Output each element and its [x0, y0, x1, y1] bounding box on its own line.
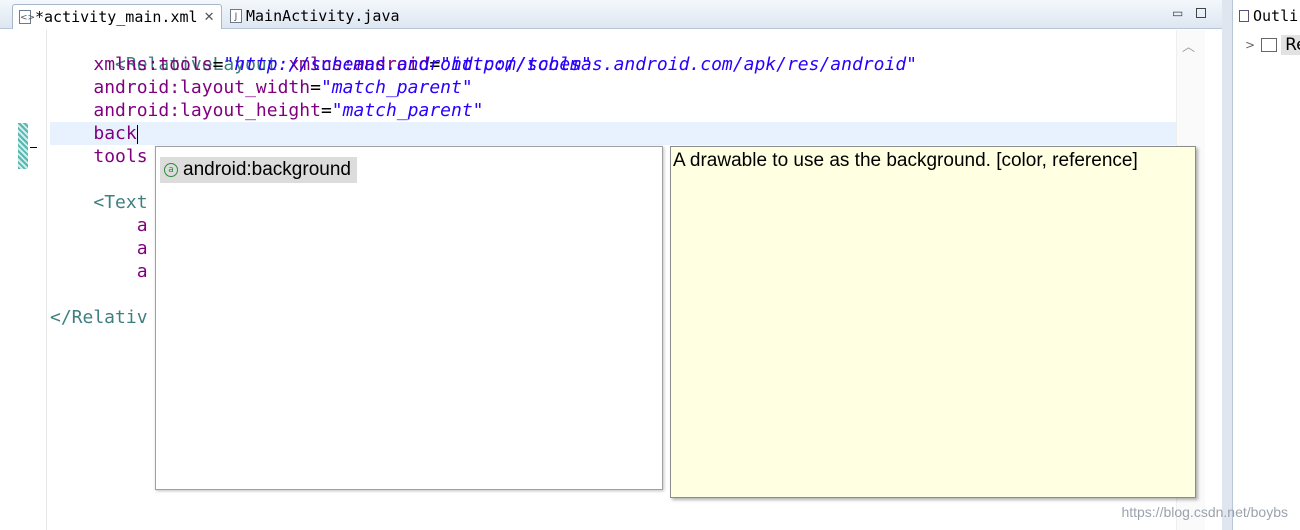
xml-tag: <Text — [93, 192, 148, 213]
minimize-icon[interactable]: ▭ — [1172, 6, 1183, 20]
xml-attribute: a — [136, 261, 148, 282]
tab-main-activity-java[interactable]: J MainActivity.java — [224, 4, 404, 28]
typed-attribute: back — [93, 123, 137, 144]
xml-attribute: android:layout_height — [93, 100, 321, 121]
code-line: <Text — [50, 191, 148, 214]
equals-sign: = — [310, 77, 321, 98]
current-code-line: back — [50, 122, 1176, 145]
outline-item-label: Re — [1281, 35, 1300, 55]
java-file-icon: J — [230, 9, 242, 23]
tab-outline[interactable]: Outli — [1233, 4, 1300, 28]
xml-attribute: a — [136, 215, 148, 236]
code-line: a — [50, 237, 148, 260]
documentation-popup: A drawable to use as the background. [co… — [670, 146, 1196, 498]
documentation-text: A drawable to use as the background. [co… — [673, 150, 1138, 171]
outline-pane: Outli > Re — [1232, 0, 1300, 530]
xml-file-icon: <> — [19, 10, 35, 24]
code-line: android:layout_width="match_parent" — [50, 76, 473, 99]
xml-value: "match_parent" — [331, 100, 484, 121]
attribute-icon: a — [164, 163, 178, 177]
equals-sign: = — [212, 54, 224, 75]
xml-tag: </Relativ — [50, 307, 148, 328]
code-line: a — [50, 260, 148, 283]
xml-attribute: a — [136, 238, 148, 259]
code-line: <RelativeLayout xmlns:android="http://sc… — [50, 30, 917, 75]
tab-label: MainActivity.java — [246, 7, 400, 25]
relative-layout-icon — [1261, 38, 1278, 52]
change-marker — [18, 123, 28, 169]
editor-tab-bar: <> *activity_main.xml ✕ J MainActivity.j… — [0, 0, 1222, 29]
outline-tree-item[interactable]: > Re — [1245, 34, 1300, 56]
code-line: android:layout_height="match_parent" — [50, 99, 484, 122]
xml-value: "http://schemas.android.com/tools" — [223, 54, 592, 75]
xml-value: "match_parent" — [320, 77, 473, 98]
code-line: tools — [50, 145, 148, 168]
outline-icon — [1239, 10, 1249, 22]
code-line: a — [50, 214, 148, 237]
outline-tab-label: Outli — [1253, 7, 1299, 25]
equals-sign: = — [320, 100, 332, 121]
scroll-up-icon[interactable]: ︿ — [1182, 36, 1195, 55]
tab-label: *activity_main.xml — [35, 8, 198, 26]
editor-gutter — [14, 30, 47, 530]
text-caret — [136, 124, 138, 144]
watermark: https://blog.csdn.net/boybs — [1121, 504, 1288, 520]
code-line: xmlns:tools="http://schemas.android.com/… — [50, 53, 592, 76]
chevron-right-icon[interactable]: > — [1245, 38, 1255, 52]
autocomplete-item-label: android:background — [183, 159, 351, 180]
cursor-marker — [30, 147, 37, 148]
tab-activity-main-xml[interactable]: <> *activity_main.xml ✕ — [12, 4, 222, 29]
close-tab-icon[interactable]: ✕ — [204, 10, 215, 25]
xml-attribute: android:layout_width — [93, 77, 311, 98]
autocomplete-popup: a android:background — [155, 146, 663, 490]
xml-attribute: xmlns:tools — [93, 54, 213, 75]
autocomplete-item[interactable]: a android:background — [160, 157, 357, 183]
maximize-icon[interactable] — [1196, 8, 1206, 18]
code-line: </Relativ — [50, 306, 148, 329]
xml-attribute: tools — [93, 146, 148, 167]
